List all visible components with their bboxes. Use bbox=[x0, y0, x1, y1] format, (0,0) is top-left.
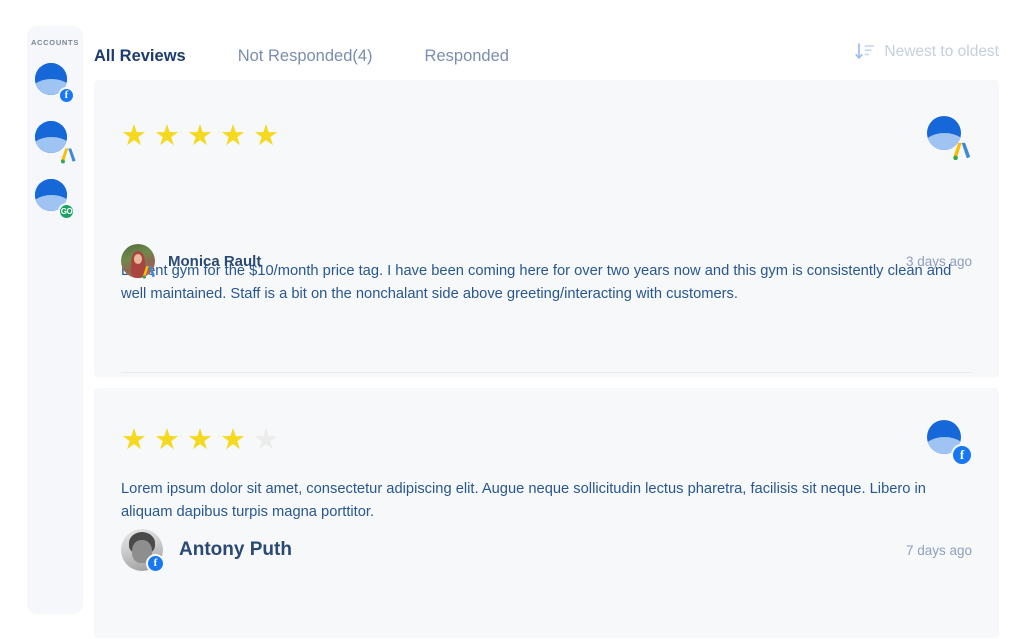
sort-label: Newest to oldest bbox=[884, 43, 999, 60]
star-filled: ★ bbox=[187, 120, 213, 152]
review-timestamp: 7 days ago bbox=[905, 542, 972, 558]
tab-all-reviews[interactable]: All Reviews bbox=[94, 47, 186, 66]
star-filled: ★ bbox=[121, 120, 147, 152]
review-author-row: Monica Rault 3 days ago bbox=[121, 244, 972, 280]
divider bbox=[121, 372, 972, 373]
facebook-icon: f bbox=[951, 444, 973, 466]
review-author-name: Antony Puth bbox=[179, 539, 292, 560]
review-card: ★ ★ ★ ★ ★ Decent gym for the $10/month p… bbox=[94, 80, 999, 432]
google-ads-icon bbox=[951, 140, 973, 162]
sidebar-title: ACCOUNTS bbox=[30, 38, 80, 47]
avatar: f bbox=[121, 529, 165, 573]
review-author-name: Monica Rault bbox=[168, 252, 262, 270]
review-text: Lorem ipsum dolor sit amet, consectetur … bbox=[121, 481, 926, 520]
facebook-icon: f bbox=[146, 554, 165, 573]
rating-stars: ★ ★ ★ ★ ★ bbox=[121, 426, 279, 455]
review-management-app: ACCOUNTS f GO All Reviews Not Responded(… bbox=[0, 0, 1024, 639]
reviews-toolbar: All Reviews Not Responded(4) Responded N… bbox=[94, 40, 999, 72]
review-platform-facebook: f bbox=[927, 420, 973, 466]
star-filled: ★ bbox=[121, 424, 147, 456]
star-filled: ★ bbox=[154, 424, 180, 456]
star-filled: ★ bbox=[220, 424, 246, 456]
star-filled: ★ bbox=[154, 120, 180, 152]
star-filled: ★ bbox=[187, 424, 213, 456]
avatar bbox=[121, 244, 157, 280]
star-empty: ★ bbox=[253, 424, 279, 456]
tab-responded[interactable]: Responded bbox=[425, 47, 509, 66]
rating-stars: ★ ★ ★ ★ ★ bbox=[121, 122, 279, 151]
google-ads-icon bbox=[141, 264, 157, 280]
review-platform-google-ads bbox=[927, 116, 973, 162]
tab-not-responded[interactable]: Not Responded(4) bbox=[238, 47, 373, 66]
green-platform-icon: GO bbox=[58, 203, 75, 220]
sidebar-item-account-facebook[interactable]: f bbox=[33, 61, 77, 105]
sidebar-item-account-green-platform[interactable]: GO bbox=[33, 177, 77, 221]
review-card: ★ ★ ★ ★ ★ f Lorem ipsum dolor sit amet, … bbox=[94, 388, 999, 638]
sort-descending-icon bbox=[855, 43, 875, 61]
google-ads-icon bbox=[59, 146, 78, 165]
accounts-sidebar: ACCOUNTS f GO bbox=[27, 26, 83, 614]
review-author-row: f Antony Puth 7 days ago bbox=[121, 529, 972, 573]
star-filled: ★ bbox=[253, 120, 279, 152]
sidebar-item-account-google-ads[interactable] bbox=[33, 119, 78, 165]
facebook-icon: f bbox=[58, 87, 75, 104]
sort-control[interactable]: Newest to oldest bbox=[855, 43, 999, 61]
main-content: All Reviews Not Responded(4) Responded N… bbox=[94, 0, 1024, 639]
review-timestamp: 3 days ago bbox=[905, 253, 972, 269]
star-filled: ★ bbox=[220, 120, 246, 152]
